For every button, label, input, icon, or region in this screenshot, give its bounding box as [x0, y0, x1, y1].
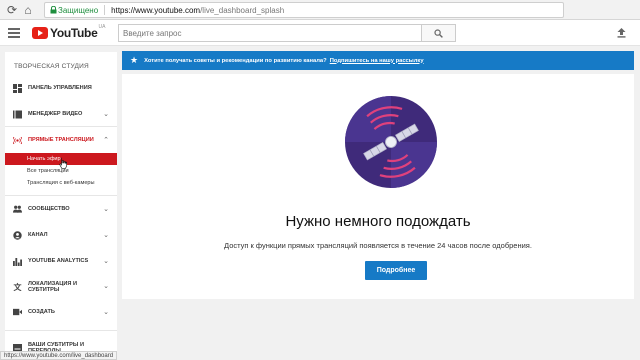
main-content: Нужно немного подождать Доступ к функции… — [122, 74, 634, 299]
sidebar-item-label-line2: СУБТИТРЫ — [28, 287, 60, 293]
sidebar-item-dashboard[interactable]: ПАНЕЛЬ УПРАВЛЕНИЯ — [5, 79, 117, 97]
sub-item-webcam-stream[interactable]: Трансляция с веб-камеры — [5, 177, 117, 189]
sidebar-item-channel[interactable]: КАНАЛ ⌄ — [5, 226, 117, 244]
channel-icon — [13, 230, 22, 240]
sidebar-divider — [5, 330, 117, 331]
search-input[interactable]: Введите запрос — [118, 24, 422, 42]
live-icon — [13, 136, 22, 145]
browser-status-bar: https://www.youtube.com/live_dashboard — [0, 351, 118, 360]
logo-text: YouTube — [50, 26, 98, 40]
url-field[interactable]: Защищено https://www.youtube.com /live_d… — [44, 2, 564, 18]
satellite-illustration — [345, 96, 437, 188]
lock-icon — [48, 3, 58, 17]
sidebar-item-label: МЕНЕДЖЕР ВИДЕО — [28, 111, 83, 117]
banner-text: Хотите получать советы и рекомендации по… — [144, 57, 327, 64]
chevron-down-icon: ⌄ — [103, 232, 109, 239]
hand-cursor-icon — [59, 157, 67, 169]
chevron-down-icon: ⌄ — [103, 111, 109, 118]
sidebar-item-live[interactable]: ПРЯМЫЕ ТРАНСЛЯЦИИ ⌃ — [5, 131, 117, 149]
chevron-down-icon: ⌄ — [103, 258, 109, 265]
sidebar-item-label: ПАНЕЛЬ УПРАВЛЕНИЯ — [28, 85, 92, 91]
subscribe-link[interactable]: Подпишитесь на нашу рассылку — [330, 58, 424, 64]
youtube-header: YouTube UA Введите запрос — [0, 20, 640, 46]
youtube-play-icon — [32, 27, 48, 39]
chevron-up-icon: ⌃ — [103, 137, 109, 144]
search-icon — [434, 28, 443, 38]
sidebar-item-video-manager[interactable]: МЕНЕДЖЕР ВИДЕО ⌄ — [5, 105, 117, 123]
newsletter-banner: ★ Хотите получать советы и рекомендации … — [122, 51, 634, 70]
sidebar-item-label: ЛОКАЛИЗАЦИЯ И СУБТИТРЫ — [28, 281, 77, 294]
translate-icon: 文 — [13, 282, 22, 292]
sidebar-item-label: YOUTUBE ANALYTICS — [28, 258, 89, 264]
star-icon: ★ — [130, 55, 139, 65]
studio-title: ТВОРЧЕСКАЯ СТУДИЯ — [14, 63, 89, 70]
dashboard-icon — [13, 83, 22, 93]
sidebar-item-label: КАНАЛ — [28, 232, 48, 238]
browser-address-bar: ⟳ ⌂ Защищено https://www.youtube.com /li… — [0, 0, 640, 20]
chevron-down-icon: ⌄ — [103, 309, 109, 316]
sidebar-divider — [5, 126, 117, 127]
video-manager-icon — [13, 110, 22, 119]
home-icon[interactable]: ⌂ — [20, 0, 36, 20]
menu-icon[interactable] — [8, 28, 20, 38]
sidebar-item-label: ПРЯМЫЕ ТРАНСЛЯЦИИ — [28, 137, 94, 143]
page-description: Доступ к функции прямых трансляций появл… — [224, 241, 532, 250]
chevron-down-icon: ⌄ — [103, 283, 109, 290]
sidebar-item-community[interactable]: СООБЩЕСТВО ⌄ — [5, 200, 117, 218]
sidebar-item-label: СООБЩЕСТВО — [28, 206, 70, 212]
sidebar-item-analytics[interactable]: YOUTUBE ANALYTICS ⌄ — [5, 252, 117, 270]
chevron-down-icon: ⌄ — [103, 206, 109, 213]
sidebar-item-create[interactable]: СОЗДАТЬ ⌄ — [5, 303, 117, 321]
sidebar-divider — [5, 195, 117, 196]
sidebar-item-localization[interactable]: 文 ЛОКАЛИЗАЦИЯ И СУБТИТРЫ ⌄ — [5, 277, 117, 297]
url-separator — [104, 5, 106, 15]
reload-icon[interactable]: ⟳ — [4, 0, 20, 20]
secure-label: Защищено — [58, 5, 99, 15]
create-icon — [13, 308, 22, 317]
youtube-logo[interactable]: YouTube UA — [32, 24, 106, 40]
sidebar-item-label: СОЗДАТЬ — [28, 309, 55, 315]
page-heading: Нужно немного подождать — [285, 213, 471, 230]
search-button[interactable] — [422, 24, 456, 42]
url-path: /live_dashboard_splash — [200, 5, 285, 15]
logo-region: UA — [98, 24, 106, 30]
upload-icon[interactable] — [614, 26, 628, 40]
learn-more-button[interactable]: Подробнее — [365, 261, 427, 280]
url-host: https://www.youtube.com — [111, 5, 201, 15]
community-icon — [13, 205, 22, 214]
analytics-icon — [13, 257, 22, 266]
